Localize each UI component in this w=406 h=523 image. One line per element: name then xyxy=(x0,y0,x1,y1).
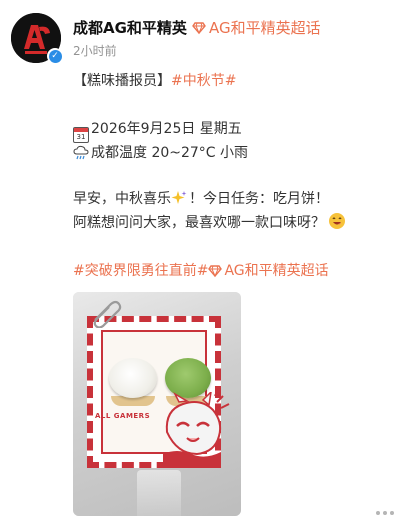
super-topic-link[interactable]: AG和平精英超话 xyxy=(192,17,321,38)
date-text: 2026年9月25日 星期五 xyxy=(91,121,242,137)
super-topic-label: AG和平精英超话 xyxy=(209,19,321,37)
post-image[interactable]: ALL GAMERS xyxy=(73,292,241,516)
greeting-pre: 早安，中秋喜乐 xyxy=(73,191,171,207)
post-line-title: 【糕味播报员】#中秋节# xyxy=(73,70,236,92)
post-header: ✓ 成都AG和平精英 AG和平精英超话 2小时前 xyxy=(0,0,406,70)
greeting-post: ！今日任务：吃月饼！ xyxy=(189,191,329,207)
sparkle-icon xyxy=(171,191,187,204)
more-dots-icon[interactable] xyxy=(376,511,394,515)
post-line-question: 阿糕想问问大家，最喜欢哪一款口味呀？ xyxy=(73,212,348,234)
rain-cloud-icon xyxy=(73,145,89,160)
mascot-character-icon xyxy=(163,392,230,468)
verified-icon: ✓ xyxy=(47,48,63,64)
acrylic-stand-base xyxy=(137,470,181,516)
avatar[interactable]: ✓ xyxy=(11,13,63,64)
weather-text: 成都温度 20~27°C 小雨 xyxy=(91,145,249,161)
hashtag-breakthrough[interactable]: #突破界限勇往直前# xyxy=(73,263,208,279)
username[interactable]: 成都AG和平精英 xyxy=(73,17,187,38)
post-timestamp[interactable]: 2小时前 xyxy=(73,42,117,59)
grin-emoji-icon xyxy=(329,213,345,229)
super-topic-gem-icon xyxy=(192,21,206,34)
post-bracket-title: 【糕味播报员】 xyxy=(73,73,171,89)
question-text: 阿糕想问问大家，最喜欢哪一款口味呀？ xyxy=(73,215,325,231)
calendar-icon: 31 xyxy=(73,127,89,143)
hashtag-mid-autumn[interactable]: #中秋节# xyxy=(171,73,236,89)
mooncake-white xyxy=(109,358,157,398)
post-line-greeting: 早安，中秋喜乐 ！今日任务：吃月饼！ xyxy=(73,188,329,210)
post-line-tags: #突破界限勇往直前# AG和平精英超话 xyxy=(73,260,329,282)
super-topic-tag[interactable]: AG和平精英超话 xyxy=(224,263,328,279)
post-line-date: 31 2026年9月25日 星期五 xyxy=(73,118,242,143)
paperclip-icon xyxy=(93,300,122,328)
super-topic-gem-icon xyxy=(208,265,223,278)
post-line-weather: 成都温度 20~27°C 小雨 xyxy=(73,142,248,164)
stamp-text: ALL GAMERS xyxy=(95,412,151,420)
